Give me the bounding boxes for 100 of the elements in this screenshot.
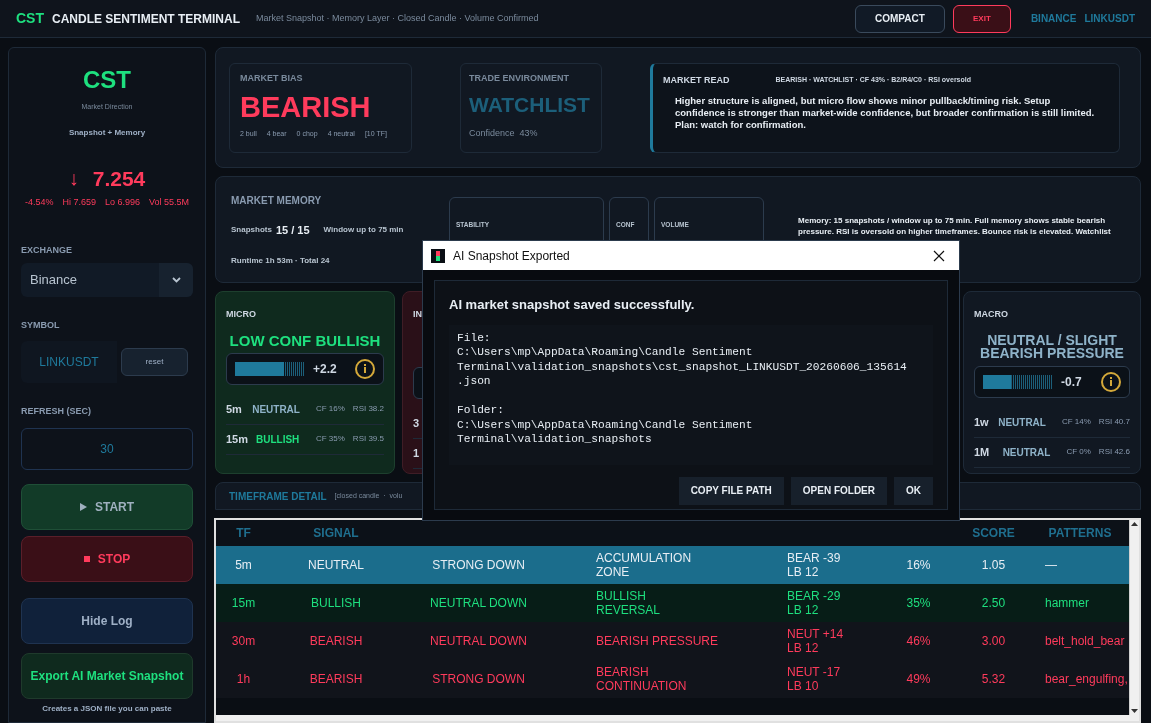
vertical-scrollbar[interactable] [1129,520,1139,715]
info-icon[interactable] [355,358,375,379]
candle-app-icon [431,248,445,263]
timeframe-signal: NEUTRAL [1002,445,1051,460]
table-cell: 49% [906,672,931,686]
table-cell: ACCUMULATION ZONE [596,551,692,579]
export-paths: File: C:\Users\mp\AppData\Roaming\Candle Sentiment Terminal\validation_snapshots\cst_snapshot_LINKUSDT_20260606_135614.json Folder: C:\Users\mp\AppData\Roaming\Candle Sentiment Terminal\validation_snapshots [457,330,907,447]
symbol-field[interactable]: LINKUSDT [21,340,117,383]
app-title: CANDLE SENTIMENT TERMINAL [52,10,240,28]
table-cell: NEUT +14 LB 12 [787,627,844,655]
price-stat: Lo 6.996 [105,196,141,209]
close-icon [933,249,945,262]
table-row[interactable]: 5m NEUTRAL STRONG DOWN ACCUMULATION ZONE BEAR -39 LB 12 16% 1.05 — [216,546,1129,584]
table-cell: BULLISH REVERSAL [596,589,661,617]
export-button[interactable]: Export AI Market Snapshot [21,653,193,699]
timeframe-label: 1M [974,444,991,460]
card-title: MACRO [974,308,1009,321]
sidebar-logo: CST [82,65,132,95]
table-cell: STRONG DOWN [432,672,525,686]
memory-summary: Memory: 15 snapshots / window up to 75 min. Full memory shows stable bearish pressure. RSI is oversold on higher timeframes. Bounce risk is elevated. Watchlist [798,215,1112,237]
timeframe-label: 1 [413,445,421,461]
market-read-text: Higher structure is aligned, but micro flow shows minor pullback/timing risk. Setup confidence is stronger than market-wide confidence, but broader confirmation is still limited. Plan: watch for confirmation. [674,95,1096,131]
app-subtitle: Market Snapshot · Memory Layer · Closed Candle · Volume Confirmed [256,11,539,25]
confidence-value: CF 14% [1061,416,1091,428]
dialog-button[interactable]: OK [894,476,933,505]
card-title: MARKET MEMORY [231,194,323,208]
field-label: EXCHANGE [21,243,73,257]
timeframe-label: 5m [226,401,243,417]
table-cell: belt_hold_bear [1045,634,1125,648]
group-signal: NEUTRAL / SLIGHT BEARISH PRESSURE [979,333,1125,360]
exit-button[interactable]: EXIT [952,4,1011,33]
timeframe-signal: BULLISH [256,432,300,447]
dialog-button[interactable]: COPY FILE PATH [678,476,784,505]
table-cell: NEUTRAL DOWN [430,634,527,648]
timeframe-signal: NEUTRAL [252,402,300,417]
reset-button[interactable]: reset [121,347,188,376]
snapshots-label: Snapshots [231,224,272,237]
table-cell: BEARISH CONTINUATION [596,665,687,693]
table-cell: 30m [231,634,256,648]
price-stat: Vol 55.5M [149,196,190,209]
compact-button[interactable]: COMPACT [854,4,945,33]
window-label: Window up to 75 min [323,224,404,237]
dialog-button[interactable]: OPEN FOLDER [790,476,887,505]
table-cell: NEUT -17 LB 10 [787,665,841,693]
price-stat: Hi 7.659 [62,196,96,209]
mode-label: Snapshot + Memory [67,126,147,139]
rsi-value: RSI 38.2 [352,403,384,415]
scroll-up-icon[interactable] [1130,520,1139,529]
table-cell: BEARISH [309,634,363,648]
stop-button[interactable]: STOP [21,536,193,582]
table-cell: 3.00 [981,634,1006,648]
table-cell: BEARISH [309,672,363,686]
dialog-heading: AI market snapshot saved successfully. [449,296,696,314]
table-cell: NEUTRAL DOWN [430,596,527,610]
column-header: SIGNAL [313,525,359,542]
dialog-title: AI Snapshot Exported [453,247,570,265]
table-row[interactable]: 30m BEARISH NEUTRAL DOWN BEARISH PRESSURE NEUT +14 LB 12 46% 3.00 belt_hold_bear [216,622,1129,660]
table-cell: — [1045,558,1057,572]
timeframe-label: 1w [974,414,990,430]
meter-reading: -0.7 [1061,373,1082,391]
start-button[interactable]: START [21,484,193,530]
confidence-label: Confidence 43% [469,127,539,140]
info-icon[interactable] [1101,371,1121,392]
exchange-select[interactable]: Binance [21,263,193,297]
rsi-value: RSI 42.6 [1098,446,1130,458]
table-row[interactable]: 1h BEARISH STRONG DOWN BEARISH CONTINUATION NEUT -17 LB 10 49% 5.32 bear_engulfing, [216,660,1129,698]
card-title: MICRO [226,308,257,321]
field-label: REFRESH (SEC) [21,404,92,418]
table-cell: BULLISH [311,596,361,610]
confidence-value: CF 35% [315,433,345,445]
horizontal-scrollbar[interactable] [216,715,1139,721]
field-label: SYMBOL [21,319,61,332]
rsi-value: RSI 39.5 [352,433,384,445]
card-title: MARKET BIAS [240,71,304,85]
table-cell: 15m [231,596,256,610]
exchange-tag: BINANCE [1030,11,1077,26]
confidence-value: CF 0% [1066,446,1091,458]
group-signal: LOW CONF BULLISH [228,333,382,347]
rsi-value: RSI 40.7 [1098,416,1130,428]
timeframe-signal: NEUTRAL [998,415,1046,430]
chevron-down-icon [171,277,181,283]
table-cell: BEAR -29 LB 12 [787,589,841,617]
table-cell: STRONG DOWN [432,558,525,572]
refresh-field[interactable]: 30 [21,428,193,470]
confidence-value: CF 16% [315,403,345,415]
table-cell: 5m [235,558,252,572]
table-cell: 16% [906,558,931,572]
timeframe-label: 15m [226,431,248,447]
app-logo: CST [16,9,44,28]
table-cell: BEARISH PRESSURE [596,634,719,648]
table-cell: 2.50 [981,596,1006,610]
play-icon [79,503,87,511]
bias-value: BEARISH [240,91,372,123]
table-row[interactable]: 15m BULLISH NEUTRAL DOWN BULLISH REVERSAL BEAR -29 LB 12 35% 2.50 hammer [216,584,1129,622]
table-cell: 5.32 [981,672,1006,686]
stop-icon [83,556,90,562]
table-cell: 1.05 [981,558,1006,572]
runtime-label: Runtime 1h 53m · Total 24 [231,254,330,267]
log-toggle-button[interactable]: Hide Log [21,598,193,644]
column-header: SCORE [972,525,1015,542]
